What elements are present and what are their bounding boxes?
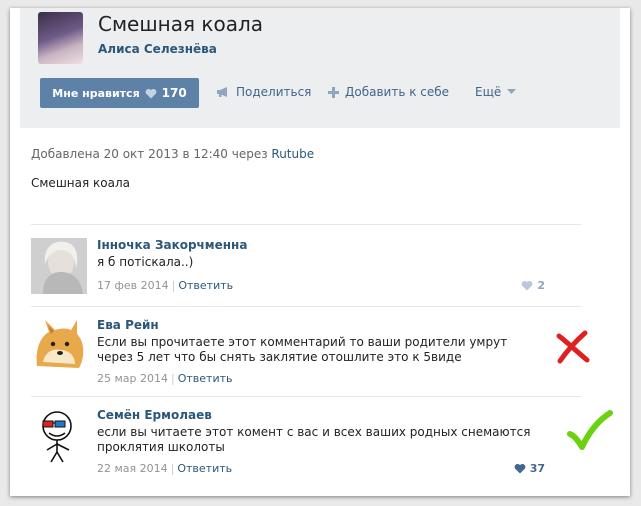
more-dropdown[interactable]: Ещё [475, 85, 517, 99]
post-date: Добавлена 20 окт 2013 в 12:40 через [31, 147, 268, 161]
reply-link[interactable]: Ответить [177, 462, 232, 475]
reply-link[interactable]: Ответить [178, 372, 233, 385]
comment-item: Ева Рейн Если вы прочитаете этот коммент… [31, 318, 590, 398]
commenter-name[interactable]: Інночка Закорчменна [97, 238, 247, 252]
megaphone-icon [217, 87, 227, 97]
commenter-avatar[interactable] [31, 318, 87, 374]
add-to-mine-button[interactable]: Добавить к себе [328, 85, 449, 99]
divider [31, 396, 581, 397]
cross-mark-icon [556, 330, 590, 364]
comment-date: 17 фев 2014 [97, 279, 169, 292]
comment-meta: 22 мая 2014 | Ответить [97, 462, 233, 475]
page-title: Смешная коала [98, 12, 263, 36]
comment-meta: 25 мар 2014 | Ответить [97, 372, 233, 385]
comment-item: Семён Ермолаев если вы читаете этот коме… [31, 408, 613, 480]
commenter-avatar[interactable] [31, 238, 87, 294]
author-avatar[interactable] [38, 12, 83, 64]
comment-date: 25 мар 2014 [97, 372, 169, 385]
chevron-down-icon [507, 89, 517, 94]
post-description: Смешная коала [31, 176, 130, 190]
heart-icon [521, 280, 533, 291]
comment-meta: 17 фев 2014 | Ответить [97, 279, 234, 292]
post-meta: Добавлена 20 окт 2013 в 12:40 через Rutu… [31, 147, 314, 161]
comment-text: если вы читаете этот комент с вас и всех… [97, 425, 531, 454]
divider [31, 224, 581, 225]
comment-item: Інночка Закорчменна я б потіскала..) 17 … [31, 238, 581, 298]
divider [31, 306, 581, 307]
source-link[interactable]: Rutube [271, 147, 314, 161]
heart-icon [145, 88, 157, 98]
commenter-name[interactable]: Ева Рейн [97, 318, 159, 332]
like-button[interactable]: Мне нравится 170 [40, 78, 199, 108]
comment-text: я б потіскала..) [97, 255, 194, 269]
more-label: Ещё [475, 85, 502, 99]
author-link[interactable]: Алиса Селезнёва [98, 42, 217, 56]
add-label: Добавить к себе [345, 85, 450, 99]
post-header: Смешная коала Алиса Селезнёва Мне нравит… [20, 8, 620, 128]
comment-like-button[interactable]: 2 [521, 279, 545, 292]
comment-like-count: 2 [537, 279, 545, 292]
like-button-label: Мне нравится [52, 86, 140, 100]
comment-text: Если вы прочитаете этот комментарий то в… [97, 335, 508, 364]
plus-icon [328, 86, 339, 98]
comment-like-button[interactable]: 37 [514, 462, 545, 475]
comment-date: 22 мая 2014 [97, 462, 168, 475]
check-mark-icon [567, 410, 613, 450]
post-window: Смешная коала Алиса Селезнёва Мне нравит… [10, 8, 630, 496]
commenter-name[interactable]: Семён Ермолаев [97, 408, 212, 422]
heart-icon [514, 463, 526, 474]
share-label: Поделиться [236, 85, 312, 99]
comment-like-count: 37 [529, 462, 545, 475]
commenter-avatar[interactable] [31, 408, 87, 464]
reply-link[interactable]: Ответить [178, 279, 233, 292]
like-count: 170 [161, 86, 187, 100]
share-button[interactable]: Поделиться [216, 85, 311, 99]
